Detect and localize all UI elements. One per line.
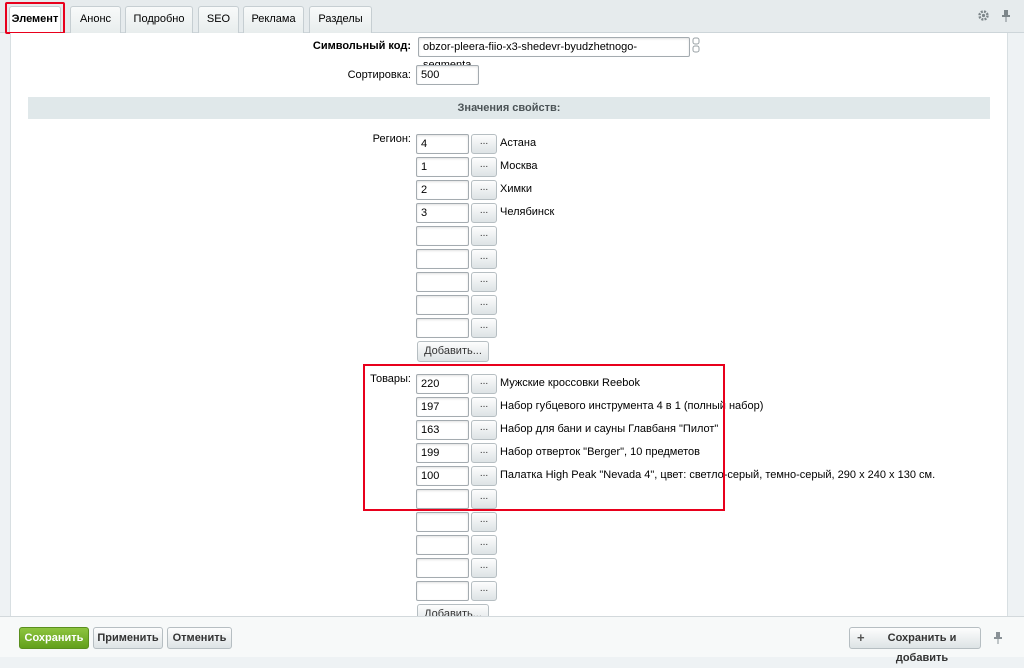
region-id-input[interactable]: 3	[416, 203, 469, 223]
region-name: Челябинск	[500, 206, 555, 218]
region-id-input[interactable]: 1	[416, 157, 469, 177]
browse-button[interactable]: ...	[471, 203, 497, 223]
region-name: Химки	[500, 183, 533, 195]
tab-details[interactable]: Подробно	[125, 6, 193, 33]
pin-icon[interactable]	[999, 9, 1013, 23]
region-id-input[interactable]	[416, 295, 469, 315]
browse-button[interactable]: ...	[471, 295, 497, 315]
browse-button[interactable]: ...	[471, 272, 497, 292]
lock-toggle-icon[interactable]	[692, 37, 700, 55]
sorting-input[interactable]: 500	[416, 65, 479, 85]
goods-id-input[interactable]	[416, 581, 469, 601]
browse-button[interactable]: ...	[471, 180, 497, 200]
highlight-frame-goods	[363, 364, 725, 511]
region-label: Регион:	[372, 133, 411, 145]
goods-id-input[interactable]	[416, 535, 469, 555]
browse-button[interactable]: ...	[471, 134, 497, 154]
tab-announce[interactable]: Анонс	[70, 6, 121, 33]
cancel-button[interactable]: Отменить	[167, 627, 232, 649]
tab-sections[interactable]: Разделы	[309, 6, 372, 33]
browse-button[interactable]: ...	[471, 581, 497, 601]
region-id-input[interactable]	[416, 272, 469, 292]
tab-seo[interactable]: SEO	[198, 6, 239, 33]
goods-id-input[interactable]	[416, 512, 469, 532]
region-id-input[interactable]	[416, 249, 469, 269]
browse-button[interactable]: ...	[471, 226, 497, 246]
form-panel: Символьный код: obzor-pleera-fiio-x3-she…	[10, 33, 1008, 616]
browse-button[interactable]: ...	[471, 558, 497, 578]
symbolic-code-input[interactable]: obzor-pleera-fiio-x3-shedevr-byudzhetnog…	[418, 37, 690, 71]
pin-icon[interactable]	[993, 631, 1003, 644]
properties-header: Значения свойств:	[28, 97, 990, 119]
region-id-input[interactable]: 4	[416, 134, 469, 154]
sorting-label: Сортировка:	[347, 69, 411, 81]
apply-button[interactable]: Применить	[93, 627, 163, 649]
browse-button[interactable]: ...	[471, 157, 497, 177]
goods-add-button[interactable]: Добавить...	[417, 604, 489, 616]
browse-button[interactable]: ...	[471, 512, 497, 532]
region-name: Москва	[500, 160, 538, 172]
highlight-frame-tab	[5, 2, 65, 34]
save-and-add-button[interactable]: + Сохранить и добавить	[849, 627, 981, 664]
region-id-input[interactable]	[416, 226, 469, 246]
symbolic-code-label: Символьный код:	[312, 40, 411, 52]
save-and-add-label: Сохранить и добавить	[887, 632, 957, 664]
region-name: Астана	[500, 137, 537, 149]
browse-button[interactable]: ...	[471, 318, 497, 338]
save-button[interactable]: Сохранить	[19, 627, 89, 649]
goods-id-input[interactable]	[416, 558, 469, 578]
tab-advertising[interactable]: Реклама	[243, 6, 304, 33]
region-id-input[interactable]: 2	[416, 180, 469, 200]
browse-button[interactable]: ...	[471, 535, 497, 555]
tab-bar: Элемент Анонс Подробно SEO Реклама Разде…	[0, 0, 1024, 34]
region-id-input[interactable]	[416, 318, 469, 338]
plus-icon: +	[857, 630, 865, 645]
region-add-button[interactable]: Добавить...	[417, 341, 489, 362]
bottom-bar: Сохранить Применить Отменить + Сохранить…	[0, 616, 1024, 664]
gear-icon[interactable]	[976, 9, 990, 23]
browse-button[interactable]: ...	[471, 249, 497, 269]
